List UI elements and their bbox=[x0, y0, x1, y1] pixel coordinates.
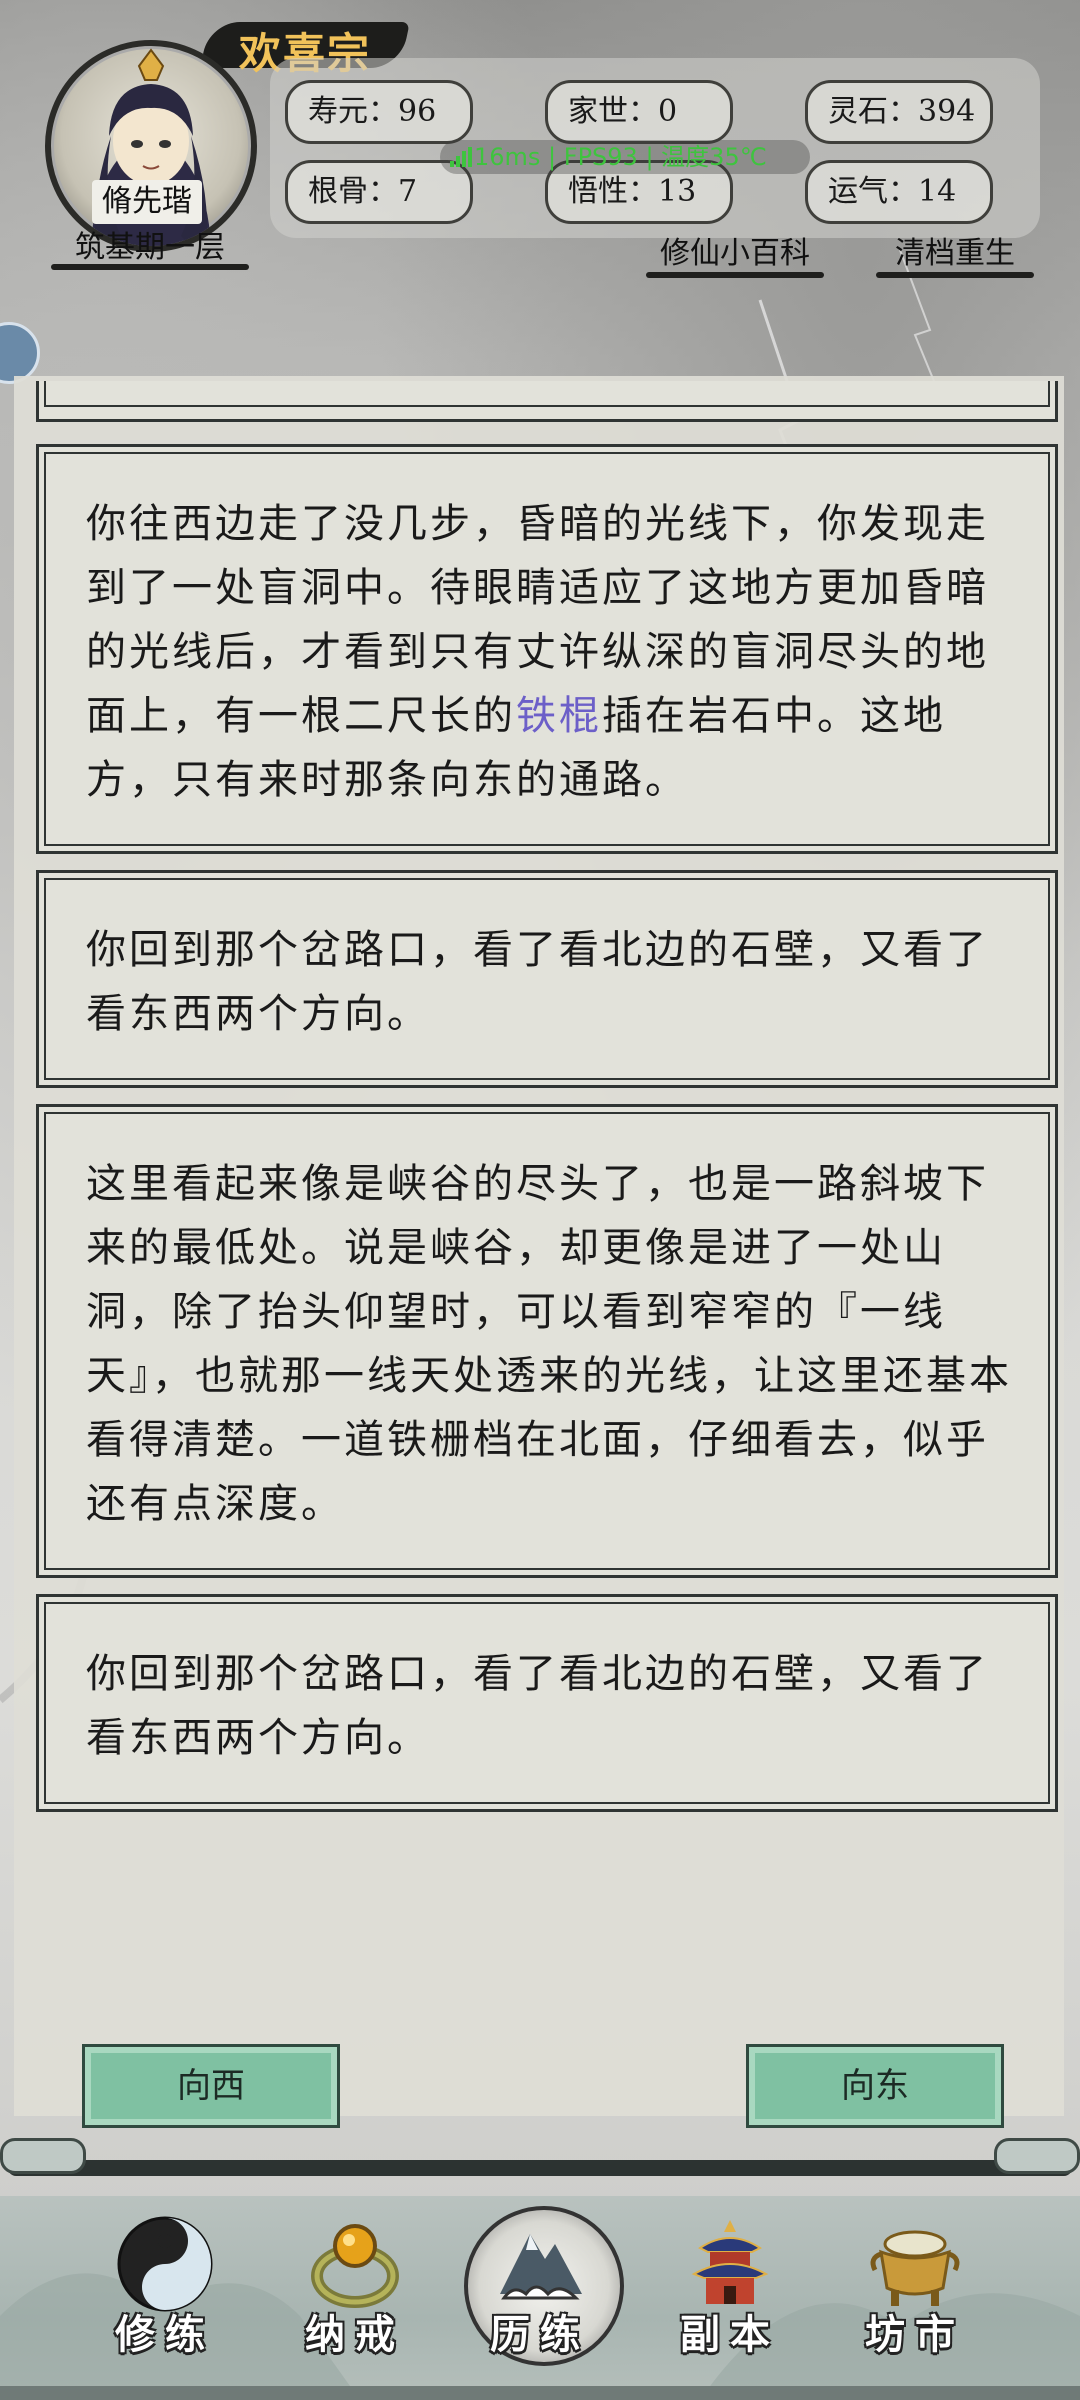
reset-save-button[interactable]: 清档重生 bbox=[876, 230, 1034, 278]
nav-market[interactable]: 坊市 bbox=[825, 2196, 1005, 2400]
character-name: 脩先瑎 bbox=[92, 180, 202, 224]
signal-icon bbox=[450, 147, 472, 167]
stat-spirit-stones: 灵石：394 bbox=[805, 80, 993, 144]
mountain-cloud-icon bbox=[500, 2234, 582, 2300]
stat-family: 家世：0 bbox=[545, 80, 733, 144]
ring-icon bbox=[311, 2224, 399, 2308]
bottom-strip bbox=[0, 2386, 1080, 2400]
log-text: 你回到那个岔路口，看了看北边的石壁，又看了看东西两个方向。 bbox=[44, 878, 1050, 1080]
cauldron-icon bbox=[870, 2230, 960, 2306]
log-entry-cutoff bbox=[36, 381, 1058, 422]
stat-lifespan: 寿元：96 bbox=[285, 80, 473, 144]
item-highlight-iron-rod[interactable]: 铁棍 bbox=[516, 693, 602, 739]
nav-cultivate[interactable]: 修练 bbox=[75, 2196, 255, 2400]
log-text: 你回到那个岔路口，看了看北边的石壁，又看了看东西两个方向。 bbox=[44, 1602, 1050, 1804]
go-west-button[interactable]: 向西 bbox=[82, 2044, 340, 2128]
nav-adventure[interactable]: 历练 bbox=[450, 2196, 630, 2400]
bottom-navigation: 修练 纳戒 历练 副本 坊市 bbox=[0, 2196, 1080, 2400]
log-text: 这里看起来像是峡谷的尽头了，也是一路斜坡下来的最低处。说是峡谷，却更像是进了一处… bbox=[44, 1112, 1050, 1570]
go-east-button[interactable]: 向东 bbox=[746, 2044, 1004, 2128]
scroll-rail-divider bbox=[0, 2128, 1080, 2184]
nav-dungeon[interactable]: 副本 bbox=[640, 2196, 820, 2400]
yin-yang-icon bbox=[117, 2216, 213, 2312]
stat-luck: 运气：14 bbox=[805, 160, 993, 224]
log-entry: 你往西边走了没几步，昏暗的光线下，你发现走到了一处盲洞中。待眼睛适应了这地方更加… bbox=[36, 444, 1058, 854]
story-log[interactable]: 你往西边走了没几步，昏暗的光线下，你发现走到了一处盲洞中。待眼睛适应了这地方更加… bbox=[14, 376, 1064, 2116]
nav-label: 历练 bbox=[490, 2311, 590, 2358]
nav-storage-ring[interactable]: 纳戒 bbox=[265, 2196, 445, 2400]
temperature-readout: 温度35℃ bbox=[661, 143, 767, 171]
nav-label: 坊市 bbox=[865, 2311, 965, 2358]
nav-label: 副本 bbox=[680, 2311, 780, 2358]
pagoda-icon bbox=[691, 2220, 769, 2304]
nav-label: 纳戒 bbox=[305, 2311, 405, 2358]
fps-readout: FPS93 bbox=[563, 143, 638, 171]
performance-overlay: 16ms | FPS93 | 温度35℃ bbox=[440, 140, 810, 174]
log-entry: 你回到那个岔路口，看了看北边的石壁，又看了看东西两个方向。 bbox=[36, 1594, 1058, 1812]
encyclopedia-button[interactable]: 修仙小百科 bbox=[646, 230, 824, 278]
log-entry: 这里看起来像是峡谷的尽头了，也是一路斜坡下来的最低处。说是峡谷，却更像是进了一处… bbox=[36, 1104, 1058, 1578]
nav-label: 修练 bbox=[115, 2311, 215, 2358]
latency-readout: 16ms bbox=[474, 143, 541, 171]
cultivation-realm: 筑基期一层 bbox=[51, 226, 249, 270]
log-entry: 你回到那个岔路口，看了看北边的石壁，又看了看东西两个方向。 bbox=[36, 870, 1058, 1088]
